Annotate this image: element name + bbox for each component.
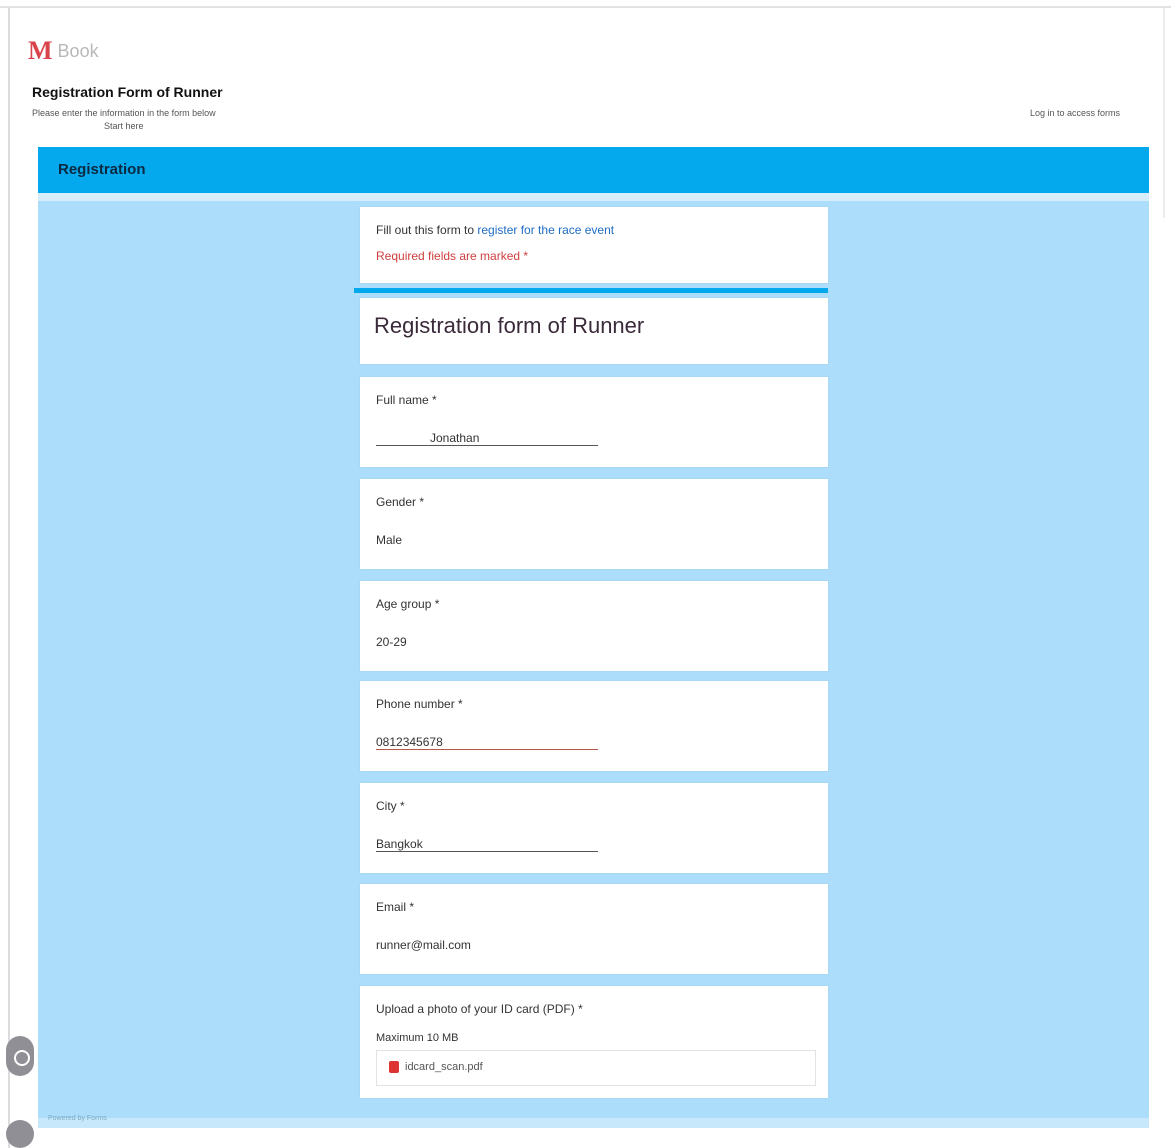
- question-label: Gender *: [376, 495, 425, 509]
- age-group-selected-value: 20-29: [376, 635, 407, 649]
- question-label: Email *: [376, 900, 415, 914]
- footer-strip: [38, 1118, 1149, 1128]
- site-title: Registration Form of Runner: [32, 84, 223, 100]
- full-name-input[interactable]: Jonathan: [430, 431, 479, 445]
- chat-bubble-icon[interactable]: [6, 1036, 34, 1076]
- question-city: City * Bangkok: [360, 783, 828, 873]
- input-underline: [376, 445, 598, 446]
- age-group-select[interactable]: 20-29: [376, 627, 598, 651]
- phone-input[interactable]: 0812345678: [376, 735, 443, 749]
- city-input[interactable]: Bangkok: [376, 837, 423, 851]
- logo-mark: M: [28, 36, 53, 65]
- right-border: [1163, 8, 1165, 218]
- question-label: Phone number *: [376, 697, 463, 711]
- question-full-name: Full name * Jonathan: [360, 377, 828, 467]
- nav-bar: Registration: [38, 147, 1149, 193]
- footer-text: Powered by Forms: [48, 1115, 107, 1122]
- site-logo[interactable]: M Book: [28, 36, 99, 66]
- uploaded-file-name[interactable]: idcard_scan.pdf: [405, 1061, 483, 1073]
- notice-prefix: Fill out this form to: [376, 223, 475, 237]
- header-login-link[interactable]: Log in to access forms: [1030, 108, 1120, 118]
- upload-note: Maximum 10 MB: [376, 1032, 459, 1044]
- question-age-group: Age group * 20-29: [360, 581, 828, 671]
- top-border: [0, 6, 1171, 8]
- site-subtitle-link[interactable]: Start here: [104, 121, 144, 131]
- nav-title[interactable]: Registration: [58, 161, 146, 178]
- question-email: Email * runner@mail.com: [360, 884, 828, 974]
- gender-select[interactable]: Male: [376, 525, 598, 549]
- question-label: Age group *: [376, 597, 440, 611]
- notice-text: Fill out this form to register for the r…: [376, 223, 614, 237]
- question-label: City *: [376, 799, 405, 813]
- input-underline: [376, 749, 598, 750]
- left-border: [8, 8, 10, 1148]
- notice-card: Fill out this form to register for the r…: [360, 207, 828, 283]
- question-upload: Upload a photo of your ID card (PDF) * M…: [360, 986, 828, 1098]
- file-upload-box[interactable]: idcard_scan.pdf: [376, 1050, 816, 1086]
- required-note: Required fields are marked *: [376, 249, 529, 263]
- gender-selected-value: Male: [376, 533, 403, 547]
- form-title-card: Registration form of Runner: [360, 298, 828, 364]
- question-label: Full name *: [376, 393, 437, 407]
- form-title: Registration form of Runner: [374, 313, 645, 338]
- file-pdf-icon: [389, 1061, 399, 1073]
- chat-bubble-glyph: [14, 1050, 30, 1066]
- logo-text: Book: [57, 40, 99, 61]
- help-icon[interactable]: [6, 1120, 34, 1148]
- input-underline: [376, 851, 598, 852]
- form-accent-bar: [354, 288, 828, 293]
- content-top-strip: [38, 193, 1149, 201]
- email-input[interactable]: runner@mail.com: [376, 938, 471, 952]
- site-subtitle: Please enter the information in the form…: [32, 108, 216, 118]
- notice-link[interactable]: register for the race event: [477, 223, 614, 237]
- question-gender: Gender * Male: [360, 479, 828, 569]
- question-label: Upload a photo of your ID card (PDF) *: [376, 1002, 583, 1016]
- question-phone: Phone number * 0812345678: [360, 681, 828, 771]
